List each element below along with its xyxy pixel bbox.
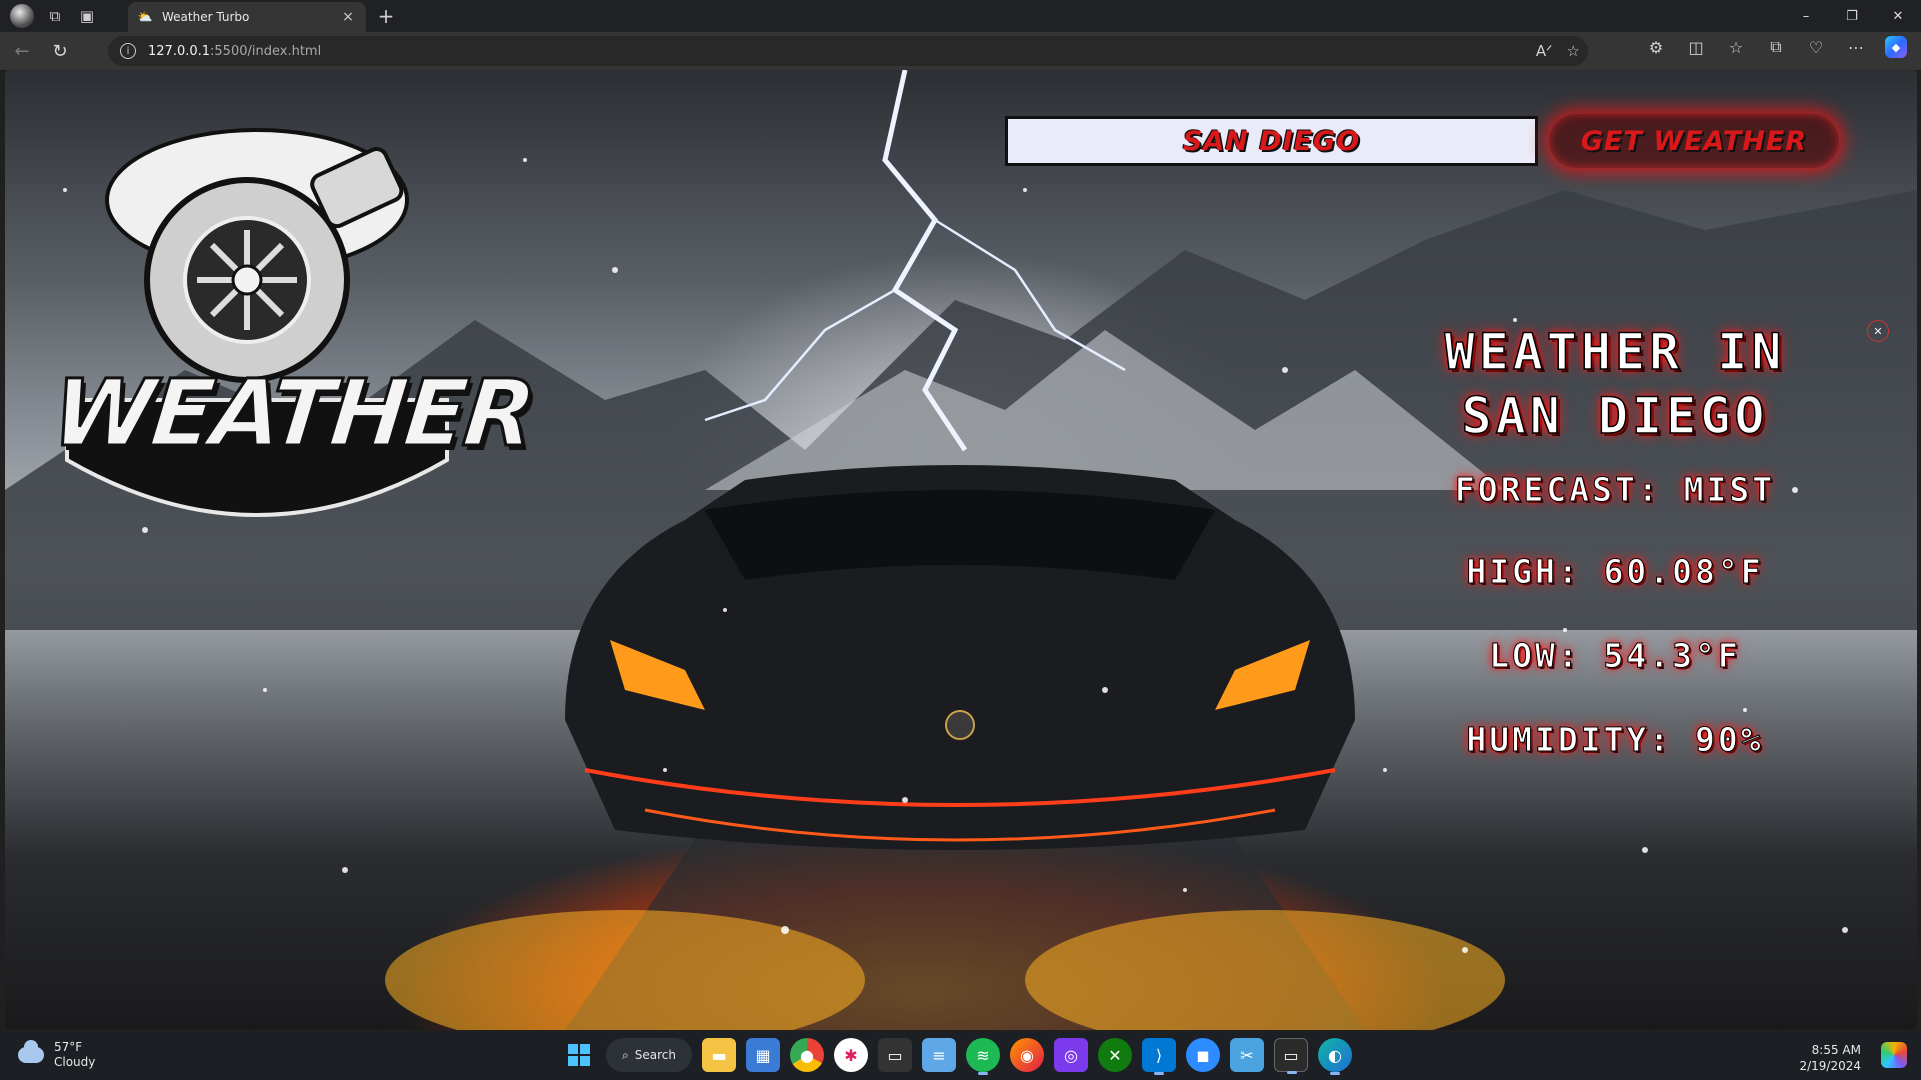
weather-turbo-logo xyxy=(65,128,449,517)
copilot-icon[interactable]: ◆ xyxy=(1885,36,1907,58)
start-icon[interactable] xyxy=(562,1038,596,1072)
logo-title: WEATHER xyxy=(46,359,539,469)
weather-humidity: HUMIDITY: 90% xyxy=(1466,720,1764,760)
browser-toolbar: ← ↻ i 127.0.0.1:5500/index.html Aᐟ ☆ xyxy=(0,32,1921,70)
extensions-icon[interactable]: ⚙ xyxy=(1645,36,1667,58)
page-viewport: WEATHER TURBO SAN DIEGO GET WEATHER ✕ WE… xyxy=(5,70,1917,1030)
tab-title: Weather Turbo xyxy=(162,10,250,24)
window-controls: – ❐ ✕ xyxy=(1783,0,1921,32)
spotify-icon[interactable]: ≋ xyxy=(966,1038,1000,1075)
logo-subtitle: TURBO xyxy=(191,460,319,495)
tab-weather-turbo[interactable]: ⛅ Weather Turbo × xyxy=(128,2,366,32)
weather-high: HIGH: 60.08°F xyxy=(1466,552,1764,592)
zoom-icon[interactable]: ◼ xyxy=(1186,1038,1220,1072)
site-info-icon[interactable]: i xyxy=(120,43,136,59)
back-arrow-icon[interactable]: ← xyxy=(6,36,38,66)
taskbar-date: 2/19/2024 xyxy=(1799,1059,1861,1073)
xbox-icon[interactable]: ✕ xyxy=(1098,1038,1132,1072)
restore-button[interactable]: ❐ xyxy=(1829,0,1875,32)
weather-title-line1: WEATHER IN xyxy=(1444,322,1786,382)
split-screen-icon[interactable]: ◫ xyxy=(1685,36,1707,58)
file-explorer-icon[interactable]: ▬ xyxy=(702,1038,736,1072)
tab-favicon-icon: ⛅ xyxy=(137,10,153,24)
toolbar-icons: ⚙ ◫ ☆ ⧉ ♡ ⋯ ◆ xyxy=(1645,36,1907,58)
taskbar-apps: ⌕ Search ▬ ▦ ● ✱ ▭ ≡ ≋ ◉ ◎ ✕ ⟩ ◼ ✂ ▭ ◐ xyxy=(562,1038,1352,1075)
collections-icon[interactable]: ⧉ xyxy=(1765,36,1787,58)
more-menu-icon[interactable]: ⋯ xyxy=(1845,36,1867,58)
turbo-hub xyxy=(231,264,263,296)
taskbar-weather-temp: 57°F xyxy=(54,1040,83,1054)
city-search-input[interactable]: SAN DIEGO xyxy=(1005,116,1538,166)
new-tab-button[interactable]: + xyxy=(374,4,398,28)
workspaces-icon[interactable]: ⧉ xyxy=(44,5,66,27)
get-weather-button[interactable]: GET WEATHER xyxy=(1549,114,1839,168)
car-emblem xyxy=(945,710,975,740)
windows-taskbar: 57°F Cloudy ⌕ Search ▬ ▦ ● ✱ ▭ ≡ ≋ ◉ ◎ ✕… xyxy=(0,1032,1921,1080)
browser-essentials-icon[interactable]: ♡ xyxy=(1805,36,1827,58)
tab-close-icon[interactable]: × xyxy=(340,9,356,25)
favorites-icon[interactable]: ☆ xyxy=(1725,36,1747,58)
cloud-icon xyxy=(18,1040,44,1063)
profile-avatar[interactable] xyxy=(10,4,34,28)
store-icon[interactable]: ▦ xyxy=(746,1038,780,1072)
address-bar[interactable]: i 127.0.0.1:5500/index.html Aᐟ ☆ xyxy=(108,36,1588,66)
read-aloud-icon[interactable]: Aᐟ xyxy=(1536,42,1553,60)
weather-forecast: FORECAST: MIST xyxy=(1454,470,1776,510)
slack-icon[interactable]: ✱ xyxy=(834,1038,868,1072)
reload-icon[interactable]: ↻ xyxy=(44,36,76,66)
terminal2-icon[interactable]: ▭ xyxy=(1274,1038,1308,1074)
firefox-icon[interactable]: ◉ xyxy=(1010,1038,1044,1072)
taskbar-weather-widget[interactable]: 57°F Cloudy xyxy=(18,1040,95,1070)
taskbar-time: 8:55 AM xyxy=(1811,1043,1861,1057)
chrome-icon[interactable]: ● xyxy=(790,1038,824,1072)
favorite-star-icon[interactable]: ☆ xyxy=(1567,42,1580,60)
copilot-taskbar-icon[interactable] xyxy=(1881,1042,1907,1068)
app-icon[interactable]: ◎ xyxy=(1054,1038,1088,1072)
taskbar-clock[interactable]: 8:55 AM 2/19/2024 xyxy=(1799,1042,1861,1074)
get-weather-label: GET WEATHER xyxy=(1580,125,1808,157)
weather-low: LOW: 54.3°F xyxy=(1489,636,1741,676)
vscode-icon[interactable]: ⟩ xyxy=(1142,1038,1176,1075)
taskbar-search-label: Search xyxy=(634,1048,676,1062)
weather-panel: WEATHER IN SAN DIEGO FORECAST: MIST HIGH… xyxy=(1315,320,1915,759)
snipping-icon[interactable]: ✂ xyxy=(1230,1038,1264,1072)
edge-icon[interactable]: ◐ xyxy=(1318,1038,1352,1075)
close-window-button[interactable]: ✕ xyxy=(1875,0,1921,32)
city-search-value: SAN DIEGO xyxy=(1182,125,1361,157)
terminal-icon[interactable]: ▭ xyxy=(878,1038,912,1072)
taskbar-weather-desc: Cloudy xyxy=(54,1055,96,1069)
weather-title-line2: SAN DIEGO xyxy=(1461,386,1769,446)
address-host: 127.0.0.1 xyxy=(148,43,211,59)
taskbar-search-button[interactable]: ⌕ Search xyxy=(606,1038,692,1072)
minimize-button[interactable]: – xyxy=(1783,0,1829,32)
address-path: :5500/index.html xyxy=(210,43,322,59)
search-icon: ⌕ xyxy=(622,1047,629,1062)
tab-actions-icon[interactable]: ▣ xyxy=(76,5,98,27)
notepad-icon[interactable]: ≡ xyxy=(922,1038,956,1072)
browser-titlebar: ⧉ ▣ ⛅ Weather Turbo × + – ❐ ✕ xyxy=(0,0,1921,32)
